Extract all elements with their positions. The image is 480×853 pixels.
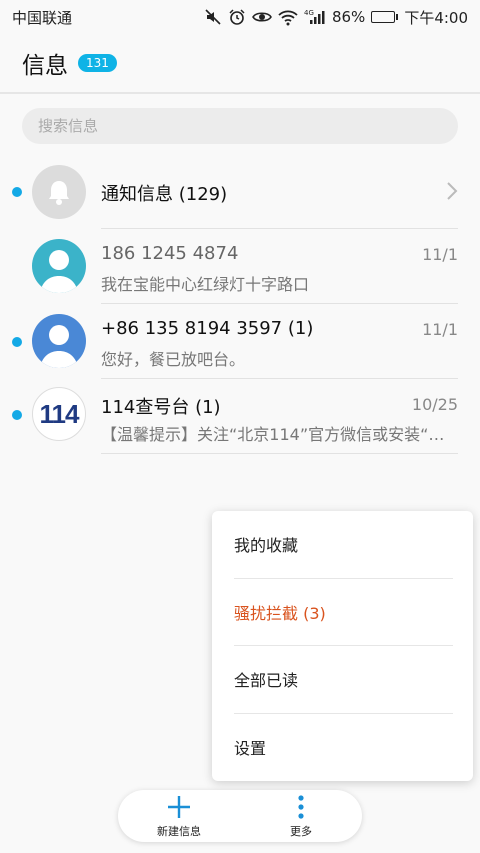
conversation-preview: 【温馨提示】关注“北京114”官方微信或安装“北京114”客户端 <box>101 425 458 444</box>
alarm-icon <box>228 7 246 27</box>
eye-icon <box>252 7 272 27</box>
signal-icon: 4G <box>304 7 326 27</box>
clock: 下午4:00 <box>404 8 468 27</box>
conversation-preview: 您好，餐已放吧台。 <box>101 350 246 369</box>
status-bar: 中国联通 4G 86% 下午4:00 <box>0 0 480 34</box>
mute-icon <box>204 7 222 27</box>
header: 信息 131 <box>0 34 480 94</box>
chevron-right-icon <box>446 181 458 205</box>
conversation-date: 10/25 <box>411 395 458 414</box>
more-label: 更多 <box>290 824 312 838</box>
unread-dot <box>12 337 22 347</box>
new-message-label: 新建信息 <box>157 824 201 838</box>
conversation-row-notifications[interactable]: 通知信息 (129) <box>0 155 480 229</box>
conversation-date: 11/1 <box>422 245 458 264</box>
menu-item-mark-all-read[interactable]: 全部已读 <box>234 646 453 714</box>
conversation-info: 186 1245 4874 11/1 我在宝能中心红绿灯十字路口 <box>101 229 458 304</box>
conversation-name: 186 1245 4874 <box>101 243 239 264</box>
conversation-name: 114查号台 (1) <box>101 397 221 418</box>
status-icons: 4G 86% 下午4:00 <box>204 7 468 28</box>
conversation-preview: 我在宝能中心红绿灯十字路口 <box>101 275 310 294</box>
battery-icon <box>371 11 399 23</box>
conversation-row[interactable]: +86 135 8194 3597 (1) 11/1 您好，餐已放吧台。 <box>0 304 480 379</box>
contact-avatar <box>32 314 86 368</box>
plus-icon <box>168 795 190 818</box>
bell-icon <box>32 165 86 219</box>
overflow-menu: 我的收藏 骚扰拦截 (3) 全部已读 设置 <box>212 511 473 781</box>
avatar-text: 114 <box>39 398 80 429</box>
conversation-row[interactable]: 186 1245 4874 11/1 我在宝能中心红绿灯十字路口 <box>0 229 480 304</box>
more-vertical-icon <box>298 794 304 819</box>
new-message-button[interactable]: 新建信息 <box>129 790 229 842</box>
conversation-name: 通知信息 (129) <box>101 184 228 205</box>
conversation-info: 通知信息 (129) <box>101 155 458 229</box>
more-button[interactable]: 更多 <box>251 790 351 842</box>
menu-item-favorites[interactable]: 我的收藏 <box>234 511 453 579</box>
page-title: 信息 <box>22 53 68 79</box>
conversation-row[interactable]: 114 114查号台 (1) 10/25 【温馨提示】关注“北京114”官方微信… <box>0 379 480 454</box>
unread-dot <box>12 410 22 420</box>
conversation-info: +86 135 8194 3597 (1) 11/1 您好，餐已放吧台。 <box>101 304 458 379</box>
wifi-icon <box>278 7 298 27</box>
conversation-date: 11/1 <box>422 320 458 339</box>
menu-item-spam-block[interactable]: 骚扰拦截 (3) <box>234 579 453 646</box>
battery-percent: 86% <box>331 8 366 26</box>
search-input[interactable] <box>22 108 458 144</box>
conversation-list: 通知信息 (129) 186 1245 4874 11/1 我在宝能中心红绿灯十… <box>0 155 480 454</box>
menu-item-settings[interactable]: 设置 <box>234 714 453 782</box>
bottom-action-bar: 新建信息 更多 <box>118 790 362 842</box>
network-type-label: 4G <box>304 9 314 17</box>
contact-avatar: 114 <box>32 387 86 441</box>
carrier-label: 中国联通 <box>12 8 73 27</box>
unread-dot <box>12 187 22 197</box>
contact-avatar <box>32 239 86 293</box>
conversation-info: 114查号台 (1) 10/25 【温馨提示】关注“北京114”官方微信或安装“… <box>101 379 458 454</box>
unread-count-badge: 131 <box>78 54 117 72</box>
conversation-name: +86 135 8194 3597 (1) <box>101 318 314 339</box>
